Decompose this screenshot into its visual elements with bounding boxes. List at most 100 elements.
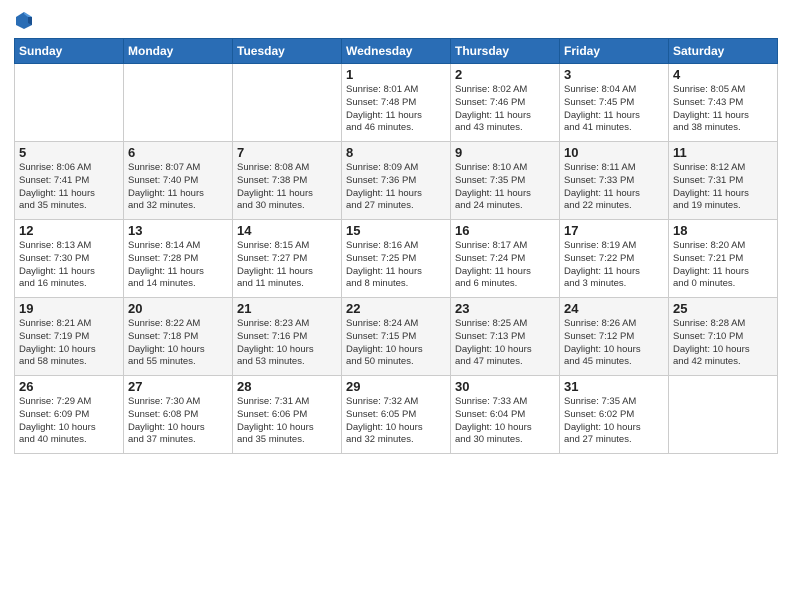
calendar-cell [15, 64, 124, 142]
day-number: 30 [455, 379, 555, 394]
day-header-wednesday: Wednesday [342, 39, 451, 64]
calendar-cell: 16 Sunrise: 8:17 AM Sunset: 7:24 PM Dayli… [451, 220, 560, 298]
day-number: 11 [673, 145, 773, 160]
day-number: 15 [346, 223, 446, 238]
day-header-sunday: Sunday [15, 39, 124, 64]
day-info: Sunrise: 8:26 AM Sunset: 7:12 PM Dayligh… [564, 318, 664, 369]
day-number: 1 [346, 67, 446, 82]
day-number: 27 [128, 379, 228, 394]
week-row-4: 19 Sunrise: 8:21 AM Sunset: 7:19 PM Dayli… [15, 298, 778, 376]
calendar-cell: 5Sunrise: 8:06 AM Sunset: 7:41 PM Daylig… [15, 142, 124, 220]
calendar-cell: 1 Sunrise: 8:01 AM Sunset: 7:48 PM Daylig… [342, 64, 451, 142]
day-info: Sunrise: 8:20 AM Sunset: 7:21 PM Dayligh… [673, 240, 773, 291]
page: SundayMondayTuesdayWednesdayThursdayFrid… [0, 0, 792, 612]
calendar-cell: 8 Sunrise: 8:09 AM Sunset: 7:36 PM Daylig… [342, 142, 451, 220]
calendar-cell: 30Sunrise: 7:33 AM Sunset: 6:04 PM Dayli… [451, 376, 560, 454]
calendar-cell: 29 Sunrise: 7:32 AM Sunset: 6:05 PM Dayli… [342, 376, 451, 454]
day-number: 12 [19, 223, 119, 238]
day-number: 16 [455, 223, 555, 238]
day-info: Sunrise: 8:05 AM Sunset: 7:43 PM Dayligh… [673, 84, 773, 135]
day-number: 9 [455, 145, 555, 160]
calendar-cell: 15 Sunrise: 8:16 AM Sunset: 7:25 PM Dayli… [342, 220, 451, 298]
day-info: Sunrise: 7:29 AM Sunset: 6:09 PM Dayligh… [19, 396, 119, 447]
day-info: Sunrise: 8:07 AM Sunset: 7:40 PM Dayligh… [128, 162, 228, 213]
day-number: 10 [564, 145, 664, 160]
calendar-cell: 17Sunrise: 8:19 AM Sunset: 7:22 PM Dayli… [560, 220, 669, 298]
day-number: 2 [455, 67, 555, 82]
calendar-cell: 6 Sunrise: 8:07 AM Sunset: 7:40 PM Daylig… [124, 142, 233, 220]
logo [14, 10, 38, 30]
calendar-cell: 7 Sunrise: 8:08 AM Sunset: 7:38 PM Daylig… [233, 142, 342, 220]
day-info: Sunrise: 8:12 AM Sunset: 7:31 PM Dayligh… [673, 162, 773, 213]
day-header-saturday: Saturday [669, 39, 778, 64]
day-number: 13 [128, 223, 228, 238]
day-info: Sunrise: 8:21 AM Sunset: 7:19 PM Dayligh… [19, 318, 119, 369]
day-info: Sunrise: 8:25 AM Sunset: 7:13 PM Dayligh… [455, 318, 555, 369]
day-info: Sunrise: 8:15 AM Sunset: 7:27 PM Dayligh… [237, 240, 337, 291]
day-number: 29 [346, 379, 446, 394]
calendar-cell: 20 Sunrise: 8:22 AM Sunset: 7:18 PM Dayli… [124, 298, 233, 376]
day-header-monday: Monday [124, 39, 233, 64]
day-number: 24 [564, 301, 664, 316]
calendar-cell: 11 Sunrise: 8:12 AM Sunset: 7:31 PM Dayli… [669, 142, 778, 220]
day-info: Sunrise: 8:17 AM Sunset: 7:24 PM Dayligh… [455, 240, 555, 291]
calendar-cell: 3 Sunrise: 8:04 AM Sunset: 7:45 PM Daylig… [560, 64, 669, 142]
day-info: Sunrise: 8:16 AM Sunset: 7:25 PM Dayligh… [346, 240, 446, 291]
day-number: 20 [128, 301, 228, 316]
day-info: Sunrise: 8:24 AM Sunset: 7:15 PM Dayligh… [346, 318, 446, 369]
day-number: 8 [346, 145, 446, 160]
day-number: 28 [237, 379, 337, 394]
calendar-cell: 18 Sunrise: 8:20 AM Sunset: 7:21 PM Dayli… [669, 220, 778, 298]
calendar-cell [233, 64, 342, 142]
day-number: 4 [673, 67, 773, 82]
day-number: 3 [564, 67, 664, 82]
logo-icon [14, 10, 34, 30]
calendar-cell: 4 Sunrise: 8:05 AM Sunset: 7:43 PM Daylig… [669, 64, 778, 142]
day-info: Sunrise: 8:11 AM Sunset: 7:33 PM Dayligh… [564, 162, 664, 213]
day-header-tuesday: Tuesday [233, 39, 342, 64]
week-row-5: 26Sunrise: 7:29 AM Sunset: 6:09 PM Dayli… [15, 376, 778, 454]
week-row-1: 1 Sunrise: 8:01 AM Sunset: 7:48 PM Daylig… [15, 64, 778, 142]
day-info: Sunrise: 8:08 AM Sunset: 7:38 PM Dayligh… [237, 162, 337, 213]
calendar-cell: 13 Sunrise: 8:14 AM Sunset: 7:28 PM Dayli… [124, 220, 233, 298]
calendar-cell: 10 Sunrise: 8:11 AM Sunset: 7:33 PM Dayli… [560, 142, 669, 220]
day-number: 25 [673, 301, 773, 316]
day-info: Sunrise: 8:23 AM Sunset: 7:16 PM Dayligh… [237, 318, 337, 369]
day-header-friday: Friday [560, 39, 669, 64]
calendar-cell: 2 Sunrise: 8:02 AM Sunset: 7:46 PM Daylig… [451, 64, 560, 142]
calendar: SundayMondayTuesdayWednesdayThursdayFrid… [14, 38, 778, 454]
day-info: Sunrise: 7:31 AM Sunset: 6:06 PM Dayligh… [237, 396, 337, 447]
day-info: Sunrise: 8:01 AM Sunset: 7:48 PM Dayligh… [346, 84, 446, 135]
day-number: 18 [673, 223, 773, 238]
day-info: Sunrise: 8:06 AM Sunset: 7:41 PM Dayligh… [19, 162, 119, 213]
day-number: 21 [237, 301, 337, 316]
day-info: Sunrise: 8:19 AM Sunset: 7:22 PM Dayligh… [564, 240, 664, 291]
day-info: Sunrise: 8:04 AM Sunset: 7:45 PM Dayligh… [564, 84, 664, 135]
calendar-cell: 19 Sunrise: 8:21 AM Sunset: 7:19 PM Dayli… [15, 298, 124, 376]
day-number: 22 [346, 301, 446, 316]
calendar-cell: 14 Sunrise: 8:15 AM Sunset: 7:27 PM Dayli… [233, 220, 342, 298]
calendar-header-row: SundayMondayTuesdayWednesdayThursdayFrid… [15, 39, 778, 64]
week-row-2: 5Sunrise: 8:06 AM Sunset: 7:41 PM Daylig… [15, 142, 778, 220]
day-info: Sunrise: 7:32 AM Sunset: 6:05 PM Dayligh… [346, 396, 446, 447]
day-info: Sunrise: 8:13 AM Sunset: 7:30 PM Dayligh… [19, 240, 119, 291]
day-number: 6 [128, 145, 228, 160]
calendar-cell [669, 376, 778, 454]
day-number: 7 [237, 145, 337, 160]
day-number: 31 [564, 379, 664, 394]
calendar-cell: 21 Sunrise: 8:23 AM Sunset: 7:16 PM Dayli… [233, 298, 342, 376]
calendar-cell: 22 Sunrise: 8:24 AM Sunset: 7:15 PM Dayli… [342, 298, 451, 376]
day-info: Sunrise: 8:14 AM Sunset: 7:28 PM Dayligh… [128, 240, 228, 291]
day-info: Sunrise: 7:30 AM Sunset: 6:08 PM Dayligh… [128, 396, 228, 447]
day-info: Sunrise: 8:22 AM Sunset: 7:18 PM Dayligh… [128, 318, 228, 369]
day-info: Sunrise: 8:10 AM Sunset: 7:35 PM Dayligh… [455, 162, 555, 213]
calendar-cell: 9 Sunrise: 8:10 AM Sunset: 7:35 PM Daylig… [451, 142, 560, 220]
calendar-cell: 27 Sunrise: 7:30 AM Sunset: 6:08 PM Dayli… [124, 376, 233, 454]
day-number: 19 [19, 301, 119, 316]
day-info: Sunrise: 8:02 AM Sunset: 7:46 PM Dayligh… [455, 84, 555, 135]
day-info: Sunrise: 8:09 AM Sunset: 7:36 PM Dayligh… [346, 162, 446, 213]
day-number: 23 [455, 301, 555, 316]
day-number: 14 [237, 223, 337, 238]
calendar-cell: 31Sunrise: 7:35 AM Sunset: 6:02 PM Dayli… [560, 376, 669, 454]
day-info: Sunrise: 8:28 AM Sunset: 7:10 PM Dayligh… [673, 318, 773, 369]
